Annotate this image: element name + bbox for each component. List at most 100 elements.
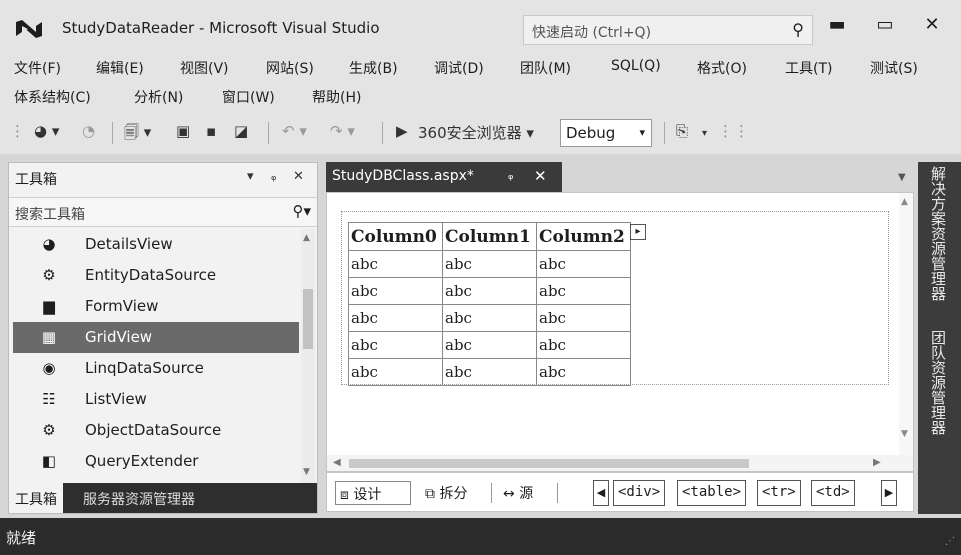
menu-architecture[interactable]: 体系结构(C): [14, 87, 91, 107]
save-icon[interactable]: ▪: [206, 122, 216, 140]
menu-build[interactable]: 生成(B): [349, 58, 398, 78]
grid-cell: abc: [348, 331, 443, 359]
grid-column-header: Column2: [536, 222, 631, 251]
smart-tag-icon[interactable]: ▸: [630, 224, 646, 240]
editor-horizontal-scrollbar[interactable]: ◀ ▶: [327, 455, 913, 471]
tab-server-explorer[interactable]: 服务器资源管理器: [77, 483, 201, 513]
toolbox-item-detailsview[interactable]: ◕ DetailsView: [13, 229, 299, 260]
grid-cell: abc: [348, 358, 443, 386]
close-icon[interactable]: ✕: [534, 167, 547, 185]
visual-studio-logo-icon: [16, 20, 42, 38]
menu-edit[interactable]: 编辑(E): [96, 58, 144, 78]
toolbox-tab-strip: 工具箱 服务器资源管理器: [9, 483, 317, 513]
maximize-button[interactable]: ▭: [870, 14, 900, 35]
menu-test[interactable]: 测试(S): [870, 58, 918, 78]
design-view-icon: ⧈: [340, 487, 349, 503]
toolbox-item-linqdatasource[interactable]: ◉ LinqDataSource: [13, 353, 299, 384]
new-project-icon[interactable]: 🗐 ▾: [124, 122, 151, 147]
toolbox-item-label: LinqDataSource: [85, 359, 204, 377]
menu-tools[interactable]: 工具(T): [785, 58, 832, 78]
start-debugging-icon[interactable]: ▶: [396, 122, 408, 140]
toolbox-item-label: EntityDataSource: [85, 266, 217, 284]
tag-nav-left-icon[interactable]: ◀: [593, 480, 609, 506]
quick-launch-input[interactable]: 快速启动 (Ctrl+Q) ⚲: [523, 15, 813, 45]
scrollbar-thumb[interactable]: [349, 459, 749, 468]
toolbar-overflow-icon[interactable]: ▾: [702, 128, 707, 139]
toolbox-item-queryextender[interactable]: ◧ QueryExtender: [13, 446, 299, 477]
breadcrumb-tag-div[interactable]: <div>: [613, 480, 666, 506]
scroll-right-icon[interactable]: ▶: [873, 457, 881, 468]
breadcrumb-tag-table[interactable]: <table>: [677, 480, 747, 506]
menu-view[interactable]: 视图(V): [180, 58, 229, 78]
menu-analyze[interactable]: 分析(N): [134, 87, 183, 107]
design-view-button[interactable]: ⧈ 设计: [335, 481, 411, 505]
toolbox-search-input[interactable]: 搜索工具箱 ⚲▾: [9, 197, 317, 227]
toolbox-item-entitydatasource[interactable]: ⚙ EntityDataSource: [13, 260, 299, 291]
toolbox-item-formview[interactable]: ▆ FormView: [13, 291, 299, 322]
editor-vertical-scrollbar[interactable]: ▲ ▼: [899, 193, 913, 455]
close-icon[interactable]: ✕: [293, 169, 304, 184]
scroll-up-icon[interactable]: ▲: [901, 197, 908, 207]
pin-icon[interactable]: ᵩ: [271, 169, 276, 184]
toolbox-item-objectdatasource[interactable]: ⚙ ObjectDataSource: [13, 415, 299, 446]
menu-debug[interactable]: 调试(D): [434, 58, 484, 78]
grid-header-row: Column0 Column1 Column2: [348, 222, 631, 251]
find-in-files-icon[interactable]: ⎘: [676, 122, 688, 140]
redo-icon[interactable]: ↷ ▾: [330, 122, 355, 140]
toolbox-item-label: GridView: [85, 328, 153, 346]
menu-file[interactable]: 文件(F): [14, 58, 61, 78]
toolbox-item-label: FormView: [85, 297, 159, 315]
menu-sql[interactable]: SQL(Q): [611, 58, 661, 74]
pin-icon[interactable]: ᵩ: [508, 168, 513, 183]
grid-cell: abc: [442, 358, 537, 386]
breadcrumb-tag-tr[interactable]: <tr>: [757, 480, 801, 506]
run-target-button[interactable]: 360安全浏览器 ▾: [418, 122, 534, 143]
split-view-icon: ⧉: [425, 486, 435, 502]
menu-team[interactable]: 团队(M): [520, 58, 571, 78]
scroll-left-icon[interactable]: ◀: [333, 457, 341, 468]
undo-icon[interactable]: ↶ ▾: [282, 122, 307, 140]
tab-toolbox[interactable]: 工具箱: [9, 483, 63, 513]
close-button[interactable]: ✕: [917, 14, 947, 35]
menu-help[interactable]: 帮助(H): [312, 87, 361, 107]
design-surface[interactable]: Column0 Column1 Column2 abc abc abc abc …: [341, 211, 889, 386]
toolbox-scrollbar[interactable]: ▲ ▼: [301, 229, 315, 483]
tab-solution-explorer[interactable]: 解决方案资源管理器: [928, 166, 949, 301]
minimize-button[interactable]: ▬: [822, 14, 852, 35]
menu-website[interactable]: 网站(S): [266, 58, 314, 78]
toolbox-item-label: DetailsView: [85, 235, 173, 253]
toolbox-item-label: QueryExtender: [85, 452, 199, 470]
scrollbar-thumb[interactable]: [303, 289, 313, 349]
status-bar: 就绪 ⋰: [0, 518, 961, 555]
open-file-icon[interactable]: ▣: [176, 122, 190, 140]
document-tab[interactable]: StudyDBClass.aspx* ᵩ ✕: [326, 162, 562, 192]
menu-format[interactable]: 格式(O): [697, 58, 747, 78]
back-icon[interactable]: ◕ ▾: [34, 122, 59, 140]
configuration-select[interactable]: Debug ▾: [560, 119, 652, 147]
toolbox-item-gridview[interactable]: ▦ GridView: [13, 322, 299, 353]
toolbox-item-listview[interactable]: ☷ ListView: [13, 384, 299, 415]
forward-icon[interactable]: ◔: [82, 122, 95, 140]
breadcrumb-tag-td[interactable]: <td>: [811, 480, 855, 506]
scroll-down-icon[interactable]: ▼: [303, 467, 310, 477]
standard-toolbar: ⋮ ◕ ▾ ◔ 🗐 ▾ ▣ ▪ ◪ ↶ ▾ ↷ ▾ ▶ 360安全浏览器 ▾ D…: [0, 112, 961, 154]
gridview-control[interactable]: Column0 Column1 Column2 abc abc abc abc …: [348, 222, 631, 386]
save-all-icon[interactable]: ◪: [234, 122, 248, 140]
grid-column-header: Column0: [348, 222, 443, 251]
table-row: abc abc abc: [348, 250, 631, 278]
toolbar-customize-icon[interactable]: ⋮: [734, 122, 749, 140]
search-icon: ⚲▾: [292, 202, 311, 220]
menu-window[interactable]: 窗口(W): [222, 87, 275, 107]
details-view-icon: ◕: [42, 235, 56, 253]
document-list-dropdown-icon[interactable]: ▼: [898, 172, 906, 183]
toolbox-header: 工具箱 ▾ ᵩ ✕: [9, 163, 317, 193]
design-view-label: 设计: [353, 487, 382, 503]
source-view-button[interactable]: ↔ 源: [499, 481, 537, 505]
resize-grip-icon[interactable]: ⋰: [945, 536, 955, 547]
scroll-up-icon[interactable]: ▲: [303, 233, 310, 243]
tag-nav-right-icon[interactable]: ▶: [881, 480, 897, 506]
split-view-button[interactable]: ⧉ 拆分: [421, 481, 471, 505]
tab-team-explorer[interactable]: 团队资源管理器: [928, 330, 949, 435]
scroll-down-icon[interactable]: ▼: [901, 429, 908, 439]
chevron-down-icon[interactable]: ▾: [247, 169, 254, 184]
